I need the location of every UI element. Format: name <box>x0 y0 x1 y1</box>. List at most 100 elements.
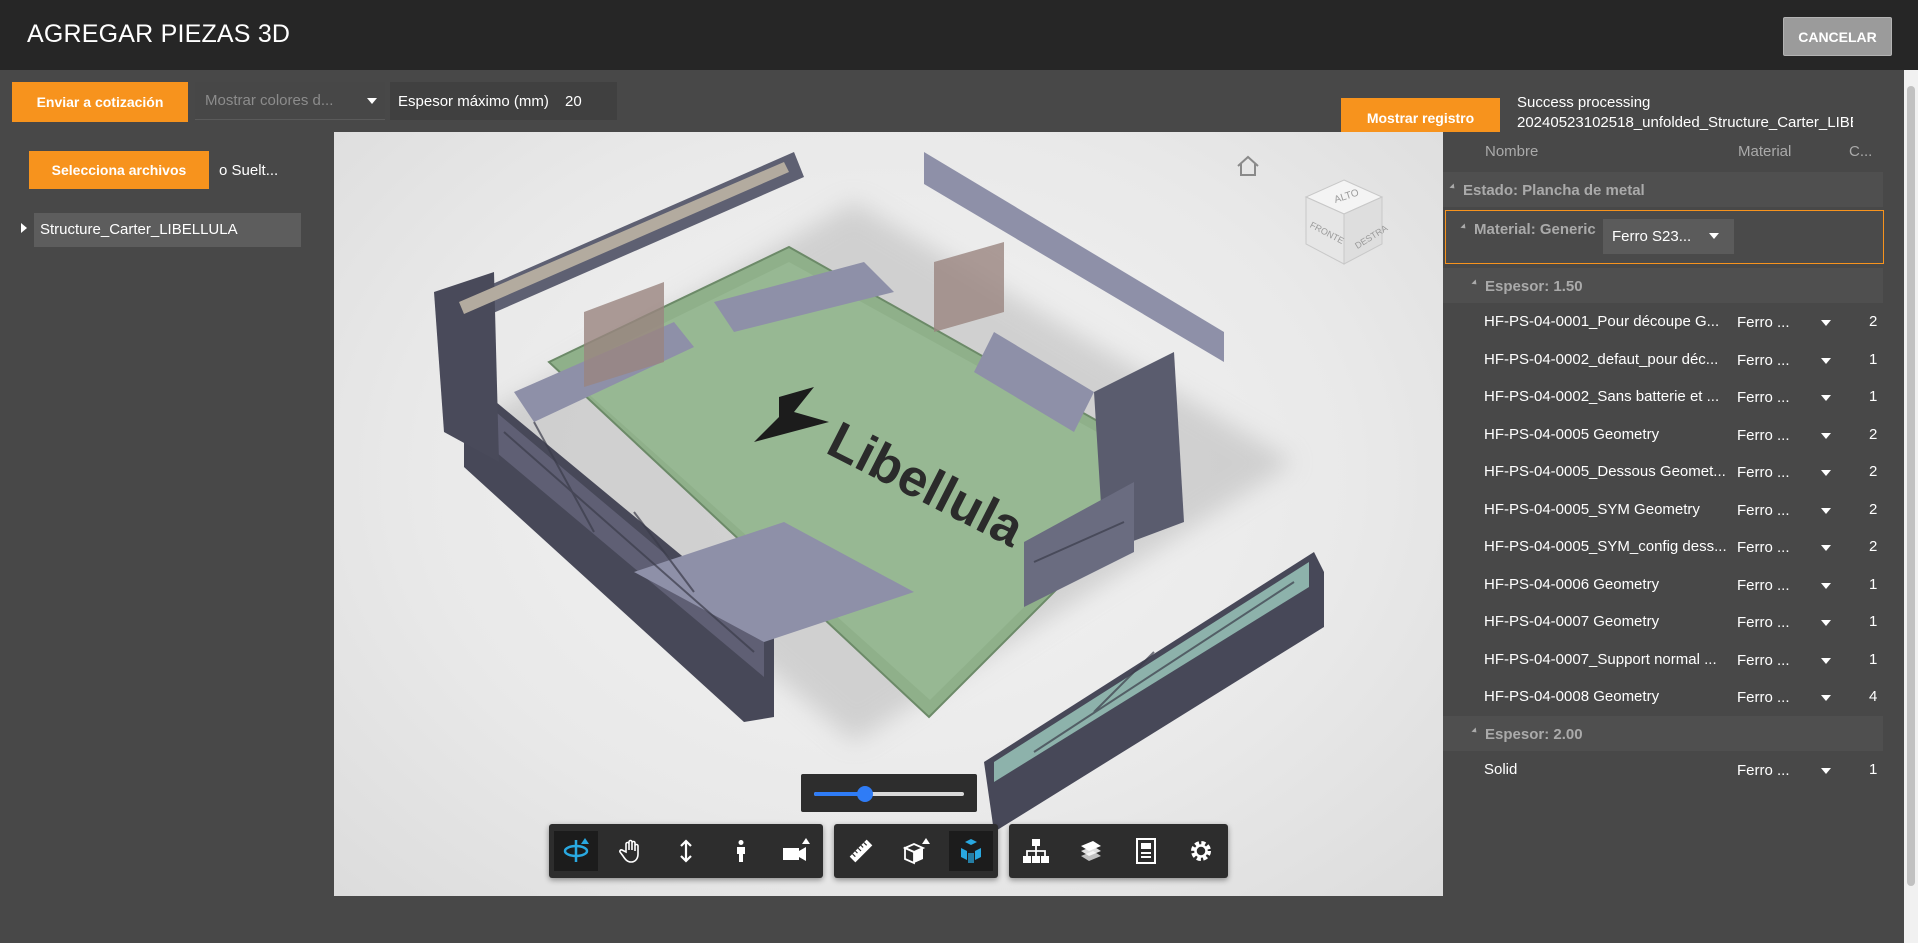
chevron-down-icon[interactable] <box>1821 767 1831 774</box>
table-row[interactable]: HF-PS-04-0005_Dessous Geomet... Ferro ...… <box>1443 453 1883 490</box>
part-quantity[interactable]: 1 <box>1869 651 1877 668</box>
part-name: HF-PS-04-0002_Sans batterie et ... <box>1484 388 1720 405</box>
part-quantity[interactable]: 2 <box>1869 501 1877 518</box>
part-material-dropdown[interactable]: Ferro ... <box>1737 389 1790 406</box>
pan-tool[interactable] <box>609 831 653 871</box>
cancel-button[interactable]: CANCELAR <box>1783 17 1892 56</box>
properties-icon <box>1136 838 1156 864</box>
chevron-down-icon[interactable] <box>1821 582 1831 589</box>
thickness-group-row[interactable]: Espesor: 1.50 <box>1443 268 1883 303</box>
slider-thumb[interactable] <box>857 786 873 802</box>
collapse-arrow-icon <box>1449 183 1457 191</box>
table-row[interactable]: HF-PS-04-0005_SYM Geometry Ferro ... 2 <box>1443 491 1883 528</box>
material-dropdown-value: Ferro S23... <box>1612 228 1692 245</box>
expand-arrow-icon[interactable] <box>21 223 27 233</box>
part-material-dropdown[interactable]: Ferro ... <box>1737 689 1790 706</box>
collapse-arrow-icon <box>1460 223 1468 231</box>
part-material-dropdown[interactable]: Ferro ... <box>1737 502 1790 519</box>
part-material-dropdown[interactable]: Ferro ... <box>1737 314 1790 331</box>
part-name: Solid <box>1484 760 1518 778</box>
part-material-dropdown[interactable]: Ferro ... <box>1737 427 1790 444</box>
table-row[interactable]: HF-PS-04-0006 Geometry Ferro ... 1 <box>1443 566 1883 603</box>
view-cube[interactable]: ALTO FRONTE DESTRA <box>1294 172 1394 272</box>
part-quantity[interactable]: 2 <box>1869 463 1877 480</box>
section-box-icon <box>902 838 930 865</box>
part-quantity[interactable]: 2 <box>1869 426 1877 443</box>
column-header-quantity[interactable]: C... <box>1849 143 1872 160</box>
part-material-dropdown[interactable]: Ferro ... <box>1737 762 1790 779</box>
max-thickness-label: Espesor máximo (mm) <box>398 93 549 110</box>
chevron-down-icon[interactable] <box>1821 507 1831 514</box>
chevron-down-icon[interactable] <box>1821 545 1831 551</box>
part-quantity[interactable]: 2 <box>1869 313 1877 330</box>
part-material-dropdown[interactable]: Ferro ... <box>1737 614 1790 631</box>
page-scrollbar[interactable] <box>1904 70 1918 943</box>
part-material-dropdown[interactable]: Ferro ... <box>1737 652 1790 669</box>
show-colors-dropdown[interactable]: Mostrar colores d... <box>195 82 385 120</box>
home-icon[interactable] <box>1234 152 1262 180</box>
part-quantity[interactable]: 1 <box>1869 613 1877 630</box>
part-material-dropdown[interactable]: Ferro ... <box>1737 539 1790 556</box>
status-text: Success processing <box>1517 94 1651 111</box>
camera-tool[interactable] <box>774 831 818 871</box>
part-name: HF-PS-04-0005_SYM Geometry <box>1484 500 1700 518</box>
max-thickness-input[interactable]: 20 <box>565 93 582 110</box>
layers-icon <box>1081 841 1101 861</box>
table-row[interactable]: HF-PS-04-0007 Geometry Ferro ... 1 <box>1443 603 1883 640</box>
part-name: HF-PS-04-0006 Geometry <box>1484 575 1660 593</box>
material-dropdown[interactable]: Ferro S23... <box>1603 219 1734 254</box>
column-header-material[interactable]: Material <box>1738 143 1791 160</box>
table-row[interactable]: HF-PS-04-0001_Pour découpe G... Ferro ...… <box>1443 303 1883 340</box>
thickness-group-row[interactable]: Espesor: 2.00 <box>1443 715 1883 751</box>
chevron-down-icon[interactable] <box>1821 657 1831 664</box>
table-row[interactable]: Solid Ferro ... 1 <box>1443 751 1883 788</box>
part-quantity[interactable]: 1 <box>1869 351 1877 368</box>
part-material-dropdown[interactable]: Ferro ... <box>1737 577 1790 594</box>
model-browser-tool[interactable] <box>1014 831 1058 871</box>
table-row[interactable]: HF-PS-04-0008 Geometry Ferro ... 4 <box>1443 678 1883 715</box>
chevron-down-icon[interactable] <box>1821 470 1831 476</box>
part-quantity[interactable]: 1 <box>1869 576 1877 593</box>
tree-item-structure[interactable]: Structure_Carter_LIBELLULA <box>34 213 301 247</box>
explode-tool[interactable] <box>949 831 993 871</box>
table-row[interactable]: HF-PS-04-0002_Sans batterie et ... Ferro … <box>1443 378 1883 415</box>
chevron-down-icon[interactable] <box>1821 357 1831 364</box>
part-quantity[interactable]: 2 <box>1869 538 1877 555</box>
part-name: HF-PS-04-0007 Geometry <box>1484 613 1660 630</box>
part-quantity[interactable]: 1 <box>1869 761 1877 778</box>
part-material-dropdown[interactable]: Ferro ... <box>1737 352 1790 369</box>
walk-tool[interactable] <box>719 831 763 871</box>
section-tool[interactable] <box>894 831 938 871</box>
gear-icon <box>1191 841 1211 861</box>
max-thickness-field[interactable]: Espesor máximo (mm) 20 <box>390 82 617 120</box>
show-colors-placeholder: Mostrar colores d... <box>205 92 334 109</box>
part-quantity[interactable]: 1 <box>1869 388 1877 405</box>
layers-tool[interactable] <box>1069 831 1113 871</box>
collapse-arrow-icon <box>1471 726 1479 735</box>
table-row[interactable]: HF-PS-04-0007_Support normal ... Ferro ..… <box>1443 641 1883 678</box>
part-material-dropdown[interactable]: Ferro ... <box>1737 464 1790 481</box>
chevron-down-icon[interactable] <box>1821 620 1831 626</box>
orbit-tool[interactable] <box>554 831 598 871</box>
table-row[interactable]: HF-PS-04-0005 Geometry Ferro ... 2 <box>1443 416 1883 453</box>
measure-tool[interactable] <box>839 831 883 871</box>
part-name: HF-PS-04-0001_Pour découpe G... <box>1484 313 1720 330</box>
state-group-row[interactable]: Estado: Plancha de metal <box>1443 172 1883 207</box>
column-header-name[interactable]: Nombre <box>1485 143 1538 160</box>
properties-tool[interactable] <box>1124 831 1168 871</box>
select-files-button[interactable]: Selecciona archivos <box>29 151 209 189</box>
scrollbar-thumb[interactable] <box>1907 86 1915 886</box>
person-icon <box>737 840 745 862</box>
chevron-down-icon[interactable] <box>1821 395 1831 401</box>
send-quote-button[interactable]: Enviar a cotización <box>12 82 188 122</box>
zoom-tool[interactable] <box>664 831 708 871</box>
table-row[interactable]: HF-PS-04-0002_defaut_pour déc... Ferro ..… <box>1443 341 1883 378</box>
chevron-down-icon[interactable] <box>1821 695 1831 701</box>
chevron-down-icon[interactable] <box>1821 320 1831 326</box>
explode-slider[interactable] <box>814 786 964 802</box>
settings-tool[interactable] <box>1179 831 1223 871</box>
table-row[interactable]: HF-PS-04-0005_SYM_config dess... Ferro ..… <box>1443 528 1883 565</box>
chevron-down-icon[interactable] <box>1821 432 1831 439</box>
part-name: HF-PS-04-0005_Dessous Geomet... <box>1484 463 1726 480</box>
part-quantity[interactable]: 4 <box>1869 688 1877 705</box>
